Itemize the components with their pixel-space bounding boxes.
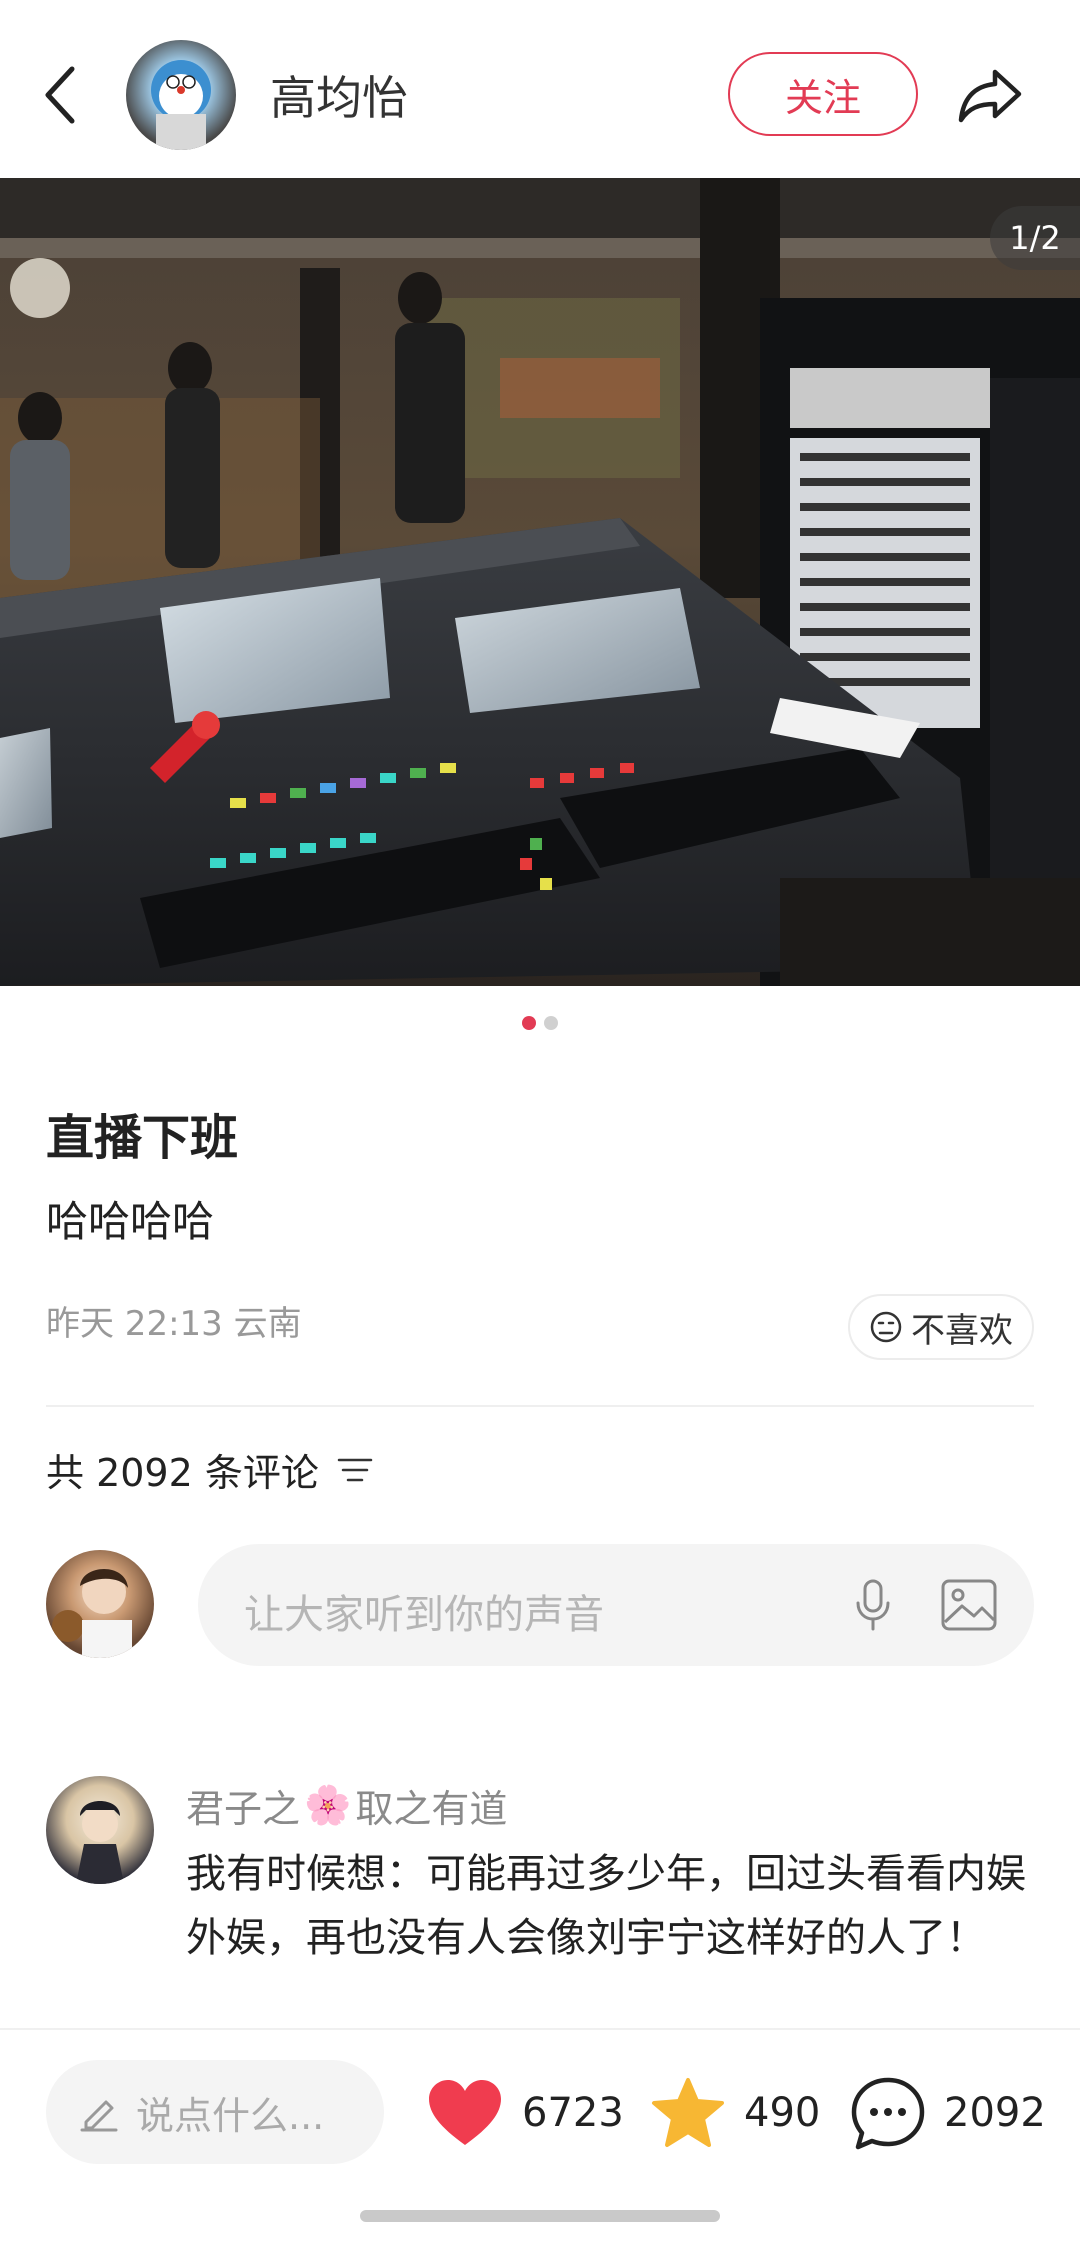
top-navigation-bar: 高均怡 关注: [0, 0, 1080, 178]
note-meta: 昨天 22:13 云南: [46, 1304, 302, 1344]
like-count: 6723: [522, 2090, 624, 2136]
comment-input-placeholder: 让大家听到你的声音: [244, 1592, 604, 1638]
comment-count-label: 共 2092 条评论: [46, 1451, 319, 1495]
dislike-button[interactable]: 不喜欢: [848, 1294, 1034, 1360]
comment-input[interactable]: 让大家听到你的声音: [198, 1544, 1034, 1666]
sort-icon[interactable]: [337, 1455, 373, 1485]
note-photo[interactable]: 1/2: [0, 178, 1080, 986]
back-button[interactable]: [30, 50, 90, 140]
author-name[interactable]: 高均怡: [270, 62, 408, 128]
comment-count: 2092: [944, 2090, 1046, 2136]
voice-input-button[interactable]: [838, 1570, 908, 1640]
note-body: 哈哈哈哈: [46, 1197, 215, 1246]
note-title: 直播下班: [46, 1110, 239, 1166]
share-icon: [958, 69, 1022, 123]
commenter-avatar[interactable]: [46, 1776, 154, 1884]
share-button[interactable]: [950, 56, 1030, 136]
like-button[interactable]: 6723: [426, 2070, 624, 2156]
dislike-label: 不喜欢: [911, 1310, 1013, 1351]
divider: [46, 1405, 1034, 1407]
username-part: 取之有道: [355, 1787, 508, 1831]
comment-text[interactable]: 我有时候想：可能再过多少年，回过头看看内娱外娱，再也没有人会像刘宇宁这样好的人了…: [186, 1842, 1036, 1970]
image-icon: [941, 1579, 997, 1631]
collect-button[interactable]: 490: [650, 2070, 820, 2156]
my-avatar: [46, 1550, 154, 1658]
home-indicator[interactable]: [360, 2210, 720, 2222]
heart-icon: [429, 2080, 501, 2145]
chat-bubble-icon: [851, 2077, 925, 2150]
follow-button[interactable]: 关注: [728, 52, 918, 136]
pencil-icon: [80, 2100, 118, 2132]
frown-face-icon: [870, 1311, 902, 1343]
say-something-placeholder: 说点什么...: [136, 2093, 325, 2138]
star-icon: [652, 2078, 724, 2147]
username-part: 君子之: [186, 1787, 301, 1831]
cherry-blossom-icon: 🌸: [304, 1783, 352, 1827]
commenter-username[interactable]: 君子之 🌸 取之有道: [186, 1778, 507, 1833]
microphone-icon: [856, 1579, 890, 1631]
page-dot: [544, 1016, 558, 1030]
comment-count-header[interactable]: 共 2092 条评论: [46, 1442, 373, 1497]
photo-pagination-dots: [0, 1016, 1080, 1030]
image-input-button[interactable]: [934, 1570, 1004, 1640]
chevron-left-icon: [45, 66, 75, 124]
author-avatar[interactable]: [126, 40, 236, 150]
say-something-input[interactable]: 说点什么...: [46, 2060, 384, 2164]
comment-button[interactable]: 2092: [850, 2070, 1046, 2156]
collect-count: 490: [744, 2090, 821, 2136]
page-dot-active: [522, 1016, 536, 1030]
photo-counter: 1/2: [990, 206, 1080, 270]
mixing-console-photo: [0, 178, 1080, 986]
